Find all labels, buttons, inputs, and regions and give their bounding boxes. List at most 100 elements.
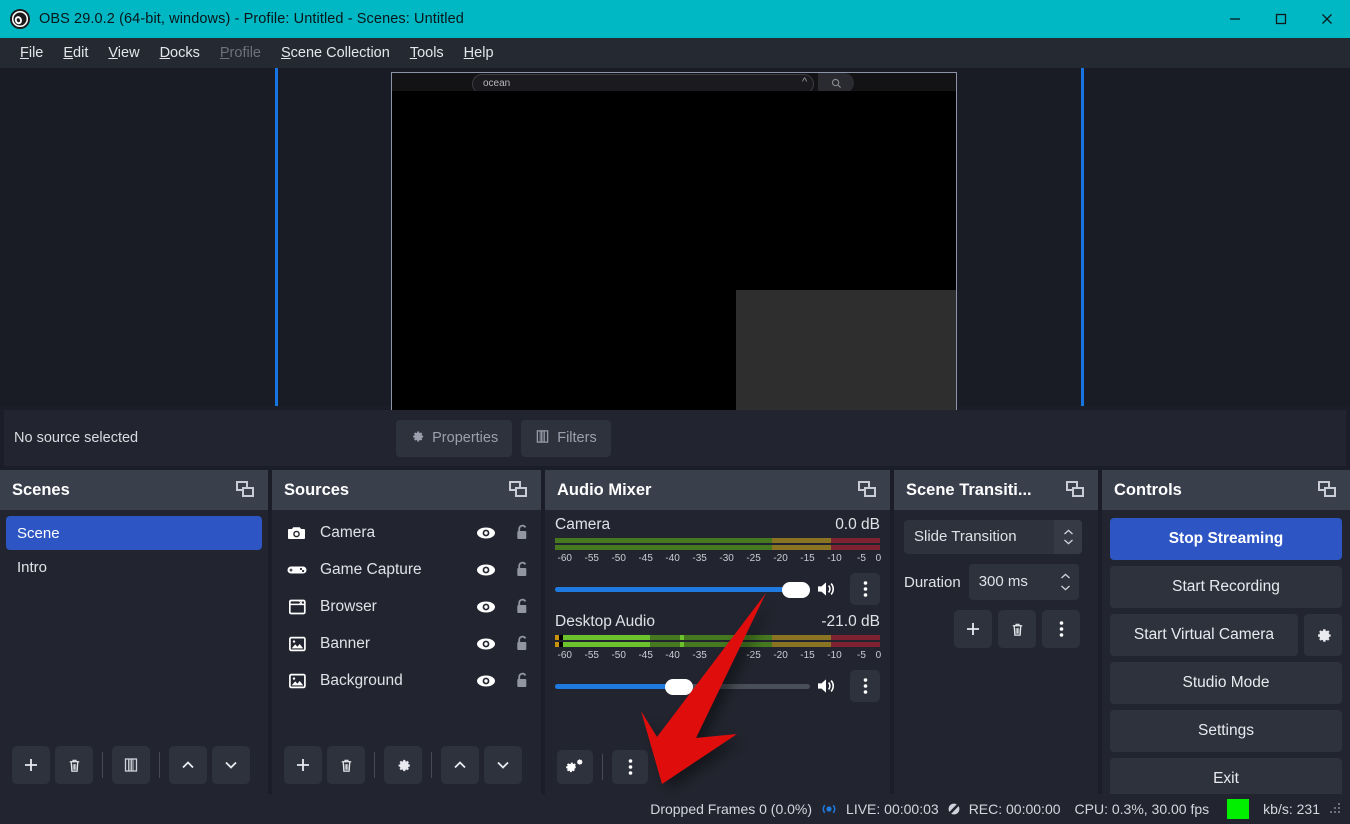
transition-select-value: Slide Transition <box>914 528 1017 545</box>
menu-help-rest: elp <box>474 45 494 61</box>
add-scene-button[interactable] <box>12 746 50 784</box>
audio-advanced-properties-button[interactable] <box>557 750 593 784</box>
volume-slider-knob[interactable] <box>782 582 810 598</box>
virtual-camera-settings-button[interactable] <box>1304 614 1342 656</box>
source-lock-icon[interactable] <box>503 598 541 615</box>
source-lock-icon[interactable] <box>503 672 541 689</box>
move-scene-down-button[interactable] <box>212 746 250 784</box>
audio-mixer-menu-button[interactable] <box>612 750 648 784</box>
source-visibility-eye-icon[interactable] <box>469 563 503 577</box>
start-virtual-camera-button[interactable]: Start Virtual Camera <box>1110 614 1298 656</box>
source-visibility-eye-icon[interactable] <box>469 674 503 688</box>
source-item-browser[interactable]: Browser <box>272 588 541 625</box>
source-properties-button[interactable] <box>384 746 422 784</box>
source-toolbar: No source selected Properties Filters <box>4 410 1346 466</box>
float-dock-icon[interactable] <box>1066 481 1086 499</box>
properties-button-label: Properties <box>432 430 499 446</box>
meter-tick: -30 <box>719 553 734 564</box>
remove-transition-button[interactable] <box>998 610 1036 648</box>
meter-tick: -5 <box>857 553 866 564</box>
settings-button[interactable]: Settings <box>1110 710 1342 752</box>
remove-source-button[interactable] <box>327 746 365 784</box>
duration-spinbox[interactable]: 300 ms <box>968 564 1079 600</box>
resize-grip-icon[interactable] <box>1330 803 1342 815</box>
meter-tick: -50 <box>611 650 626 661</box>
meter-tick: -15 <box>800 553 815 564</box>
volume-slider[interactable] <box>555 675 810 697</box>
duration-value[interactable]: 300 ms <box>969 564 1053 600</box>
speaker-on-icon[interactable] <box>810 676 844 696</box>
float-dock-icon[interactable] <box>858 481 878 499</box>
source-item-background[interactable]: Background <box>272 662 541 699</box>
duration-spin-arrows[interactable] <box>1053 564 1079 600</box>
move-source-up-button[interactable] <box>441 746 479 784</box>
scene-item-intro[interactable]: Intro <box>6 550 262 584</box>
preview-canvas[interactable]: ocean ^ <box>0 68 1350 463</box>
menu-tools[interactable]: Tools <box>400 41 454 65</box>
menu-file-rest: ile <box>28 45 44 61</box>
volume-slider-knob[interactable] <box>664 679 693 695</box>
float-dock-icon[interactable] <box>509 481 529 499</box>
meter-tick: -50 <box>611 553 626 564</box>
scenes-list[interactable]: Scene Intro <box>0 510 268 584</box>
source-item-label: Camera <box>320 523 376 541</box>
float-dock-icon[interactable] <box>1318 481 1338 499</box>
scene-filters-button[interactable] <box>112 746 150 784</box>
remove-scene-button[interactable] <box>55 746 93 784</box>
filters-button[interactable]: Filters <box>521 419 611 457</box>
studio-mode-button[interactable]: Studio Mode <box>1110 662 1342 704</box>
add-source-button[interactable] <box>284 746 322 784</box>
sources-toolbar-separator-2 <box>431 752 432 778</box>
audio-track-menu-button[interactable] <box>850 670 880 702</box>
menu-scene-collection[interactable]: Scene Collection <box>271 41 400 65</box>
close-button[interactable] <box>1304 0 1350 38</box>
source-visibility-eye-icon[interactable] <box>469 600 503 614</box>
meter-tick: -35 <box>692 553 707 564</box>
audio-track-menu-button[interactable] <box>850 573 880 605</box>
transition-select[interactable]: Slide Transition <box>904 520 1082 554</box>
maximize-button[interactable] <box>1258 0 1304 38</box>
source-item-banner[interactable]: Banner <box>272 625 541 662</box>
scene-item-scene[interactable]: Scene <box>6 516 262 550</box>
sources-list[interactable]: Camera Game Capture Browser Banner Backg… <box>272 510 541 699</box>
transition-menu-button[interactable] <box>1042 610 1080 648</box>
add-transition-button[interactable] <box>954 610 992 648</box>
minimize-button[interactable] <box>1212 0 1258 38</box>
rec-disabled-icon <box>946 801 962 817</box>
audio-mixer-toolbar <box>545 750 890 784</box>
menu-docks-rest: ocks <box>170 45 200 61</box>
meter-tick: 0 <box>875 650 882 661</box>
source-lock-icon[interactable] <box>503 635 541 652</box>
float-dock-icon[interactable] <box>236 481 256 499</box>
gear-icon <box>410 429 425 448</box>
menu-view[interactable]: View <box>98 41 149 65</box>
source-visibility-eye-icon[interactable] <box>469 637 503 651</box>
menu-edit[interactable]: Edit <box>53 41 98 65</box>
camera-icon <box>286 525 308 541</box>
scene-transitions-dock: Scene Transiti... Slide Transition Durat… <box>894 470 1098 794</box>
move-scene-up-button[interactable] <box>169 746 207 784</box>
source-visibility-eye-icon[interactable] <box>469 526 503 540</box>
volume-slider[interactable] <box>555 578 810 600</box>
menu-docks[interactable]: Docks <box>150 41 210 65</box>
menu-file[interactable]: File <box>10 41 53 65</box>
transition-select-arrows[interactable] <box>1054 520 1082 554</box>
sources-toolbar <box>272 746 541 784</box>
audio-track-header: Camera 0.0 dB <box>555 516 880 534</box>
source-lock-icon[interactable] <box>503 561 541 578</box>
source-lock-icon[interactable] <box>503 524 541 541</box>
scene-item-label: Scene <box>17 524 60 542</box>
source-item-game-capture[interactable]: Game Capture <box>272 551 541 588</box>
sources-dock-title: Sources <box>284 480 350 499</box>
menu-help[interactable]: Help <box>454 41 504 65</box>
stop-streaming-button[interactable]: Stop Streaming <box>1110 518 1342 560</box>
virtual-camera-row: Start Virtual Camera <box>1110 614 1342 656</box>
window-title: OBS 29.0.2 (64-bit, windows) - Profile: … <box>39 11 464 27</box>
chevron-up-icon[interactable]: ^ <box>802 76 807 88</box>
speaker-on-icon[interactable] <box>810 579 844 599</box>
magnifier-icon[interactable] <box>818 73 854 93</box>
start-recording-button[interactable]: Start Recording <box>1110 566 1342 608</box>
move-source-down-button[interactable] <box>484 746 522 784</box>
properties-button[interactable]: Properties <box>396 419 513 457</box>
source-item-camera[interactable]: Camera <box>272 514 541 551</box>
